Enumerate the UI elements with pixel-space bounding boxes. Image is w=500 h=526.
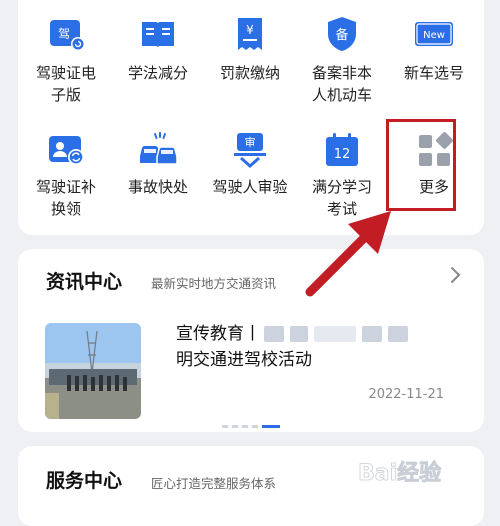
- svg-text:12: 12: [334, 147, 351, 162]
- service-section-title: 服务中心: [46, 470, 123, 492]
- carousel-indicator: [222, 416, 284, 435]
- news-item-date: 2022-11-21: [368, 387, 444, 402]
- more-highlight-box: [386, 119, 456, 211]
- car-accident-icon: [140, 132, 178, 165]
- svg-text:Bai经验: Bai经验: [358, 460, 441, 486]
- tile-driver-review[interactable]: 审 驾驶人审验: [204, 0, 296, 220]
- tile-label: 满分学习 考试: [311, 178, 372, 218]
- watermark-logo: Bai经验: [358, 460, 442, 486]
- calendar-exam-icon: 12: [326, 133, 358, 166]
- review-icon: 审: [234, 133, 266, 169]
- news-item-title: 宣传教育丨 明交通进驾校活动: [176, 321, 466, 373]
- tile-label: 驾驶证补 换领: [35, 178, 96, 218]
- svg-text:审: 审: [245, 135, 256, 149]
- tile-label: 事故快处: [127, 178, 188, 196]
- license-renew-icon: [49, 136, 84, 165]
- news-card: 资讯中心 最新实时地方交通资讯 宣传教育丨 明交通进驾校活动 2022-11-2…: [18, 249, 484, 432]
- tile-label: 驾驶人审验: [212, 178, 288, 196]
- tile-full-score-exam[interactable]: 12 满分学习 考试: [296, 0, 388, 220]
- tile-renew-license[interactable]: 驾驶证补 换领: [20, 0, 112, 220]
- chevron-right-icon[interactable]: [446, 265, 466, 285]
- news-section-title: 资讯中心: [46, 271, 123, 293]
- news-section-subtitle: 最新实时地方交通资讯: [151, 276, 277, 291]
- tile-accident[interactable]: 事故快处: [112, 0, 204, 220]
- news-thumbnail: [45, 323, 141, 419]
- service-section-subtitle: 匠心打造完整服务体系: [151, 476, 277, 491]
